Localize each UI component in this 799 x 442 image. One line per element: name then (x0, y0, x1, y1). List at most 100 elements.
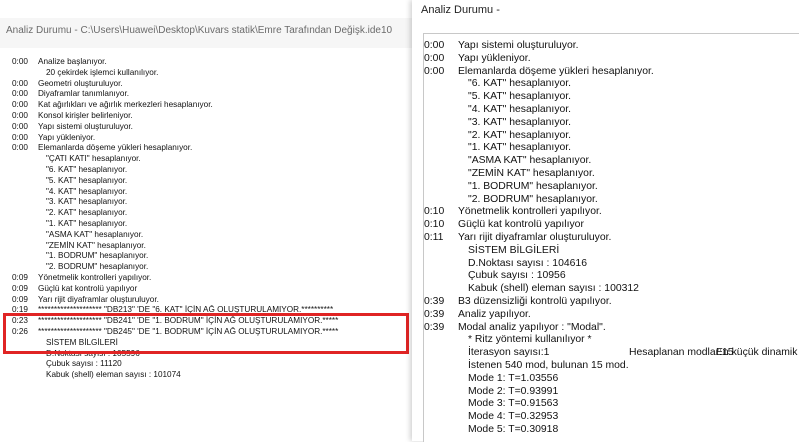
log-line: "4. KAT" hesaplanıyor. (424, 104, 799, 117)
log-message: Güçlü kat kontrolü yapılıyor (458, 219, 584, 231)
window-top-edge (0, 0, 420, 18)
log-message: "3. KAT" hesaplanıyor. (46, 197, 128, 207)
log-line: "ZEMİN KAT" hesaplanıyor. (424, 168, 799, 181)
log-line: "5. KAT" hesaplanıyor. (12, 176, 417, 187)
log-line: 0:39 B3 düzensizliği kontrolü yapılıyor. (424, 296, 799, 309)
log-message: Kat ağırlıkları ve ağırlık merkezleri he… (38, 100, 213, 110)
log-message: Mode 3: T=0.91563 (468, 398, 559, 410)
log-line: Mode 1: T=1.03556 (424, 373, 799, 386)
log-message: * Ritz yöntemi kullanılıyor * (468, 334, 592, 346)
log-message: Kabuk (shell) eleman sayısı : 101074 (46, 370, 181, 380)
log-line: 0:10 Yönetmelik kontrolleri yapılıyor. (424, 206, 799, 219)
log-message: "2. BODRUM" hesaplanıyor. (468, 193, 598, 205)
log-message: Elemanlarda döşeme yükleri hesaplanıyor. (38, 143, 193, 153)
log-time: 0:10 (424, 206, 445, 218)
log-line: Mode 2: T=0.93991 (424, 386, 799, 399)
log-message: Elemanlarda döşeme yükleri hesaplanıyor. (458, 65, 654, 77)
log-message: Konsol kirişler belirleniyor. (38, 110, 133, 120)
window-title: Analiz Durumu - C:\Users\Huawei\Desktop\… (6, 25, 393, 36)
log-message: "1. KAT" hesaplanıyor. (468, 142, 572, 154)
log-message: Çubuk sayısı : 11120 (46, 359, 122, 369)
log-message: Mode 4: T=0.32953 (468, 411, 559, 423)
log-message: İterasyon sayısı:1 (468, 347, 550, 359)
log-line: * Ritz yöntemi kullanılıyor * (424, 334, 799, 347)
log-message: D.Noktası sayısı : 104616 (468, 257, 587, 269)
error-highlight-box (3, 313, 409, 354)
log-line: "3. KAT" hesaplanıyor. (424, 117, 799, 130)
log-message: "ÇATI KATI" hesaplanıyor. (46, 154, 141, 164)
log-time: 0:00 (424, 40, 445, 51)
log-line: 0:00 Elemanlarda döşeme yükleri hesaplanı… (424, 66, 799, 79)
log-message: Modal analiz yapılıyor : "Modal". (458, 321, 606, 333)
log-message: "3. KAT" hesaplanıyor. (468, 116, 572, 128)
log-message: Kabuk (shell) eleman sayısı : 100312 (468, 283, 639, 295)
log-line: 0:09 Yönetmelik kontrolleri yapılıyor. (12, 273, 417, 284)
log-line: "1. BODRUM" hesaplanıyor. (424, 181, 799, 194)
log-message: Mode 2: T=0.93991 (468, 385, 559, 397)
analysis-log-right: 0:00 Yapı sistemi oluşturuluyor. 0:00 Yapı … (424, 40, 799, 437)
log-line: 0:39 Modal analiz yapılıyor : "Modal". (424, 322, 799, 335)
log-line: 0:00 Yapı sistemi oluşturuluyor. (12, 122, 417, 133)
log-line: "1. KAT" hesaplanıyor. (424, 142, 799, 155)
log-message: "2. KAT" hesaplanıyor. (46, 208, 128, 218)
log-line: 0:00 Yapı yükleniyor. (12, 133, 417, 144)
log-time: 0:10 (424, 219, 445, 231)
log-line: "2. BODRUM" hesaplanıyor. (12, 262, 417, 273)
log-line: Mode 5: T=0.30918 (424, 424, 799, 437)
log-line: 0:00 Elemanlarda döşeme yükleri hesaplanı… (12, 143, 417, 154)
log-time: 0:00 (12, 143, 28, 153)
log-message: Mode 1: T=1.03556 (468, 372, 559, 384)
log-message: Yapı yükleniyor. (38, 132, 96, 142)
log-line: D.Noktası sayısı : 104616 (424, 258, 799, 271)
log-message: "1. BODRUM" hesaplanıyor. (46, 251, 149, 261)
log-message: "4. KAT" hesaplanıyor. (46, 186, 128, 196)
log-line: 0:00 Kat ağırlıkları ve ağırlık merkezler… (12, 100, 417, 111)
log-line: "2. BODRUM" hesaplanıyor. (424, 194, 799, 207)
log-line: Çubuk sayısı : 10956 (424, 270, 799, 283)
log-message: İstenen 540 mod, bulunan 15 mod. (468, 359, 629, 371)
log-line: 0:00 Yapı sistemi oluşturuluyor. (424, 40, 799, 53)
log-time: 0:09 (12, 272, 28, 282)
log-message: Geometri oluşturuluyor. (38, 78, 123, 88)
log-message: Yapı sistemi oluşturuluyor. (458, 40, 579, 51)
log-message: Yarı rijit diyaframlar oluşturuluyor. (38, 294, 159, 304)
log-message: Güçlü kat kontrolü yapılıyor (38, 283, 138, 293)
log-time: 0:00 (12, 89, 28, 99)
log-time: 0:00 (12, 121, 28, 131)
log-message: "5. KAT" hesaplanıyor. (468, 91, 572, 103)
log-line: "2. KAT" hesaplanıyor. (424, 130, 799, 143)
log-line: "4. KAT" hesaplanıyor. (12, 187, 417, 198)
log-line: SİSTEM BİLGİLERİ (424, 245, 799, 258)
log-time: 0:00 (12, 57, 28, 66)
log-line: Mode 4: T=0.32953 (424, 411, 799, 424)
log-message: "6. KAT" hesaplanıyor. (468, 78, 572, 90)
log-line: İterasyon sayısı:1 Hesaplanan modlar:15 En… (424, 347, 799, 360)
log-message: "ASMA KAT" hesaplanıyor. (46, 229, 144, 239)
log-message: "ZEMİN KAT" hesaplanıyor. (468, 167, 595, 179)
log-message: Yapı sistemi oluşturuluyor. (38, 121, 133, 131)
log-message: Diyaframlar tanımlanıyor. (38, 89, 130, 99)
log-time: 0:00 (12, 110, 28, 120)
log-line: İstenen 540 mod, bulunan 15 mod. (424, 360, 799, 373)
log-line: 0:39 Analiz yapılıyor. (424, 309, 799, 322)
log-message: Yönetmelik kontrolleri yapılıyor. (38, 272, 152, 282)
log-line: "ÇATI KATI" hesaplanıyor. (12, 154, 417, 165)
log-message: Analiz yapılıyor. (458, 308, 531, 320)
log-message: Çubuk sayısı : 10956 (468, 270, 566, 282)
log-line: 0:09 Yarı rijit diyaframlar oluşturuluyor… (12, 295, 417, 306)
log-message: "1. KAT" hesaplanıyor. (46, 218, 128, 228)
log-line: 0:00 Yapı yükleniyor. (424, 53, 799, 66)
log-time: 0:00 (424, 65, 445, 77)
log-line: 0:09 Güçlü kat kontrolü yapılıyor (12, 284, 417, 295)
log-line: "2. KAT" hesaplanıyor. (12, 208, 417, 219)
log-time: 0:00 (12, 132, 28, 142)
log-message: "ASMA KAT" hesaplanıyor. (468, 155, 592, 167)
log-line: Kabuk (shell) eleman sayısı : 101074 (12, 370, 417, 381)
log-line: "6. KAT" hesaplanıyor. (424, 78, 799, 91)
log-line: "1. KAT" hesaplanıyor. (12, 219, 417, 230)
log-extra: En küçük dinamik (716, 347, 798, 359)
log-line: 0:00 Geometri oluşturuluyor. (12, 79, 417, 90)
log-time: 0:39 (424, 308, 445, 320)
log-time: 0:09 (12, 294, 28, 304)
log-line: 0:00 Konsol kirişler belirleniyor. (12, 111, 417, 122)
